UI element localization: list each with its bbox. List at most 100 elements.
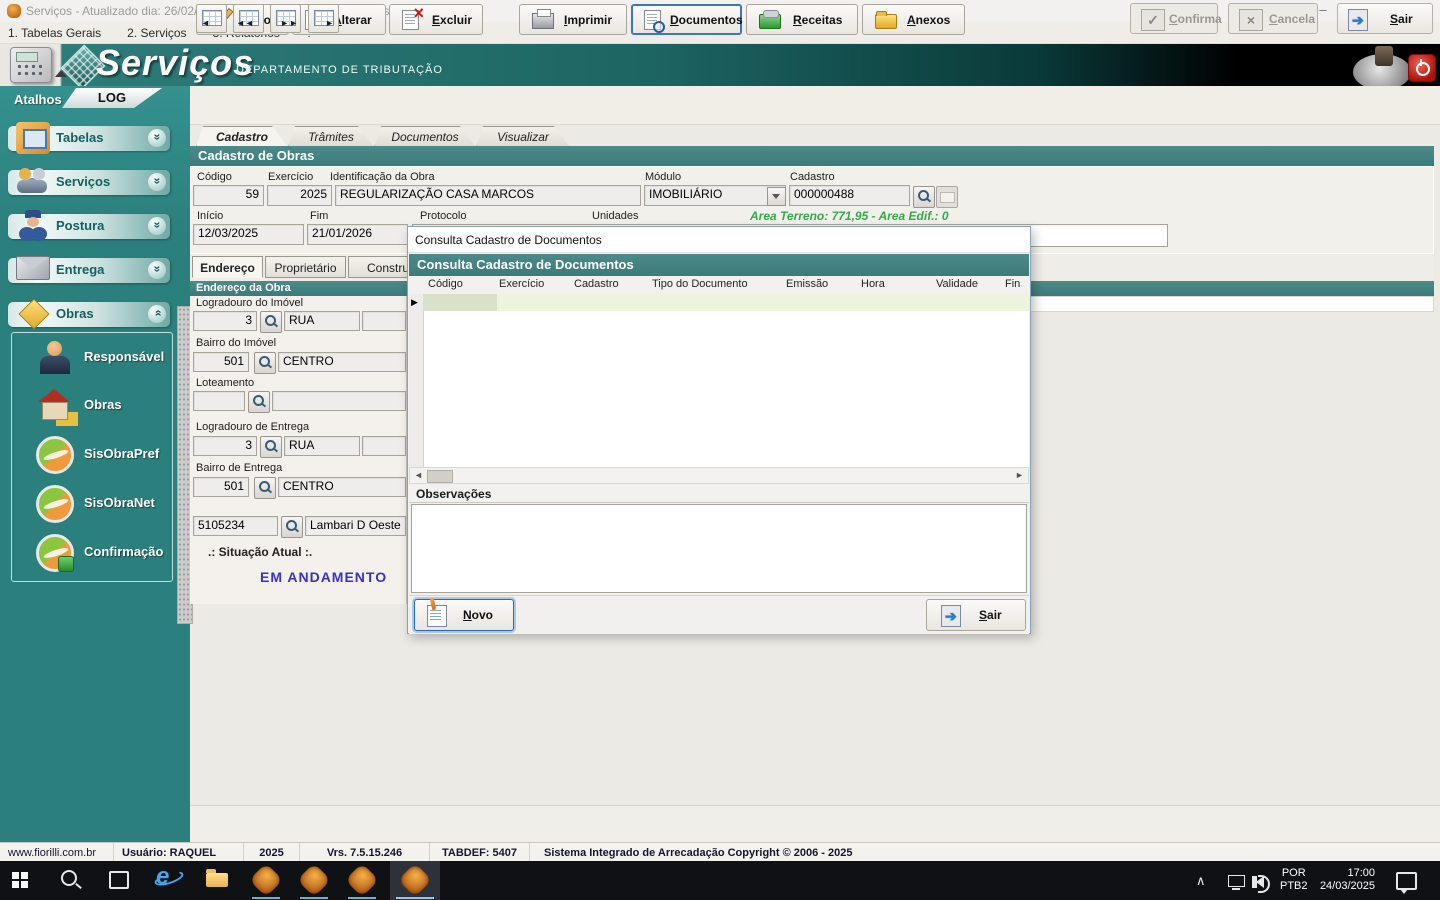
- internet-explorer-button[interactable]: e: [150, 861, 190, 900]
- task-view-button[interactable]: [100, 861, 140, 900]
- record-last-button[interactable]: ►: [308, 4, 339, 33]
- chevron-down-icon[interactable]: »: [148, 261, 166, 279]
- app-window-2-button[interactable]: [294, 861, 334, 900]
- subtab-endereco[interactable]: Endereço: [192, 256, 263, 278]
- anexos-button[interactable]: Anexos: [862, 4, 965, 35]
- power-button[interactable]: [1408, 54, 1436, 82]
- horizontal-scrollbar[interactable]: ◄ ►: [409, 467, 1029, 484]
- alterar-button[interactable]: Alterar: [292, 4, 386, 35]
- col-exercicio[interactable]: Exercício: [499, 278, 544, 290]
- loteamento-search-button[interactable]: [248, 391, 270, 413]
- col-validade[interactable]: Validade: [936, 278, 978, 290]
- sidebar-group-obras[interactable]: Obras »: [8, 302, 170, 327]
- scroll-right-icon[interactable]: ►: [1012, 469, 1027, 482]
- file-explorer-button[interactable]: [198, 861, 238, 900]
- excluir-button[interactable]: Excluir: [389, 3, 483, 35]
- loteamento-nome-field[interactable]: [272, 391, 406, 411]
- scroll-left-icon[interactable]: ◄: [411, 469, 426, 482]
- logradouro-imovel-tipo-field[interactable]: RUA: [284, 311, 360, 331]
- cidade-search-button[interactable]: [281, 516, 303, 538]
- network-icon[interactable]: [1228, 875, 1245, 890]
- identificacao-field[interactable]: REGULARIZAÇÃO CASA MARCOS: [335, 185, 641, 206]
- selected-cell[interactable]: [423, 294, 497, 311]
- documents-grid[interactable]: ▶: [409, 294, 1029, 467]
- sair-button[interactable]: Sair: [1337, 3, 1433, 34]
- bairro-imovel-codigo-field[interactable]: 501: [193, 352, 249, 372]
- app-window-3-button[interactable]: [342, 861, 382, 900]
- cidade-nome-field[interactable]: Lambari D Oeste: [305, 516, 406, 536]
- cadastro-field[interactable]: 000000488: [789, 185, 910, 206]
- col-emissao[interactable]: Emissão: [786, 278, 828, 290]
- tab-tramites[interactable]: Trâmites: [288, 126, 374, 147]
- menu-tabelas-gerais[interactable]: 1. Tabelas Gerais: [8, 26, 101, 40]
- dialog-sair-button[interactable]: Sair: [926, 599, 1026, 631]
- sidebar-group-entrega[interactable]: Entrega »: [8, 256, 170, 283]
- observacoes-textarea[interactable]: [411, 504, 1027, 593]
- record-next-button[interactable]: ►►: [270, 4, 301, 33]
- cidade-codigo-field[interactable]: 5105234: [193, 516, 278, 536]
- volume-icon[interactable]: [1252, 875, 1270, 893]
- col-hora[interactable]: Hora: [861, 278, 885, 290]
- tab-cadastro[interactable]: Cadastro: [196, 126, 288, 147]
- taskbar-search-button[interactable]: [52, 861, 92, 900]
- logradouro-imovel-search-button[interactable]: [260, 311, 282, 333]
- inicio-field[interactable]: 12/03/2025: [193, 224, 304, 245]
- app-window-active-button[interactable]: [390, 861, 440, 900]
- codigo-field[interactable]: 59: [193, 185, 264, 206]
- sidebar-group-tabelas[interactable]: Tabelas »: [8, 122, 170, 154]
- notification-center-icon[interactable]: [1396, 872, 1417, 894]
- cadastro-photo-button[interactable]: [936, 186, 958, 208]
- sidebar-group-postura[interactable]: Postura »: [8, 210, 170, 239]
- dialog-novo-button[interactable]: Novo: [414, 599, 514, 631]
- bairro-entrega-nome-field[interactable]: CENTRO: [278, 477, 406, 497]
- sidebar-group-servicos[interactable]: Serviços »: [8, 168, 170, 195]
- status-site[interactable]: www.fiorilli.com.br: [0, 843, 114, 862]
- chevron-down-icon[interactable]: »: [148, 173, 166, 191]
- fim-field[interactable]: 21/01/2026: [307, 224, 408, 245]
- imprimir-button[interactable]: Imprimir: [519, 4, 627, 35]
- scrollbar-thumb[interactable]: [427, 470, 453, 483]
- tab-visualizar[interactable]: Visualizar: [476, 126, 570, 147]
- sidebar-item-responsavel[interactable]: Responsável: [12, 339, 172, 381]
- chevron-down-icon[interactable]: »: [148, 129, 166, 147]
- receitas-button[interactable]: Receitas: [746, 4, 858, 35]
- logradouro-entrega-search-button[interactable]: [260, 436, 282, 458]
- sidebar-tab-atalhos[interactable]: Atalhos: [14, 92, 62, 107]
- chevron-up-icon[interactable]: »: [148, 305, 166, 323]
- logradouro-imovel-codigo-field[interactable]: 3: [193, 311, 257, 331]
- col-cadastro[interactable]: Cadastro: [574, 278, 619, 290]
- logradouro-entrega-nome-field[interactable]: [362, 436, 406, 456]
- loteamento-codigo-field[interactable]: [193, 391, 245, 411]
- logradouro-imovel-nome-field[interactable]: [362, 311, 406, 331]
- confirma-button[interactable]: ✓ Confirma: [1130, 3, 1222, 34]
- sidebar-item-sisobranet[interactable]: SisObraNet: [12, 485, 172, 527]
- cancela-button[interactable]: × Cancela: [1228, 3, 1318, 34]
- col-fin[interactable]: Fin: [1005, 278, 1020, 290]
- cadastro-search-button[interactable]: [913, 186, 935, 208]
- sidebar-item-obras[interactable]: Obras: [12, 387, 172, 429]
- logradouro-entrega-codigo-field[interactable]: 3: [193, 436, 257, 456]
- clock[interactable]: 17:00 24/03/2025: [1315, 867, 1375, 893]
- sidebar-item-confirmacao[interactable]: Confirmação: [12, 534, 172, 576]
- col-codigo[interactable]: Código: [428, 278, 463, 290]
- app-window-1-button[interactable]: [246, 861, 286, 900]
- sidebar-item-sisobrapref[interactable]: SisObraPref: [12, 436, 172, 478]
- record-prev-button[interactable]: ◄◄: [233, 4, 264, 33]
- tab-documentos[interactable]: Documentos: [374, 126, 476, 147]
- logradouro-entrega-tipo-field[interactable]: RUA: [284, 436, 360, 456]
- bairro-imovel-search-button[interactable]: [254, 352, 276, 374]
- dialog-titlebar[interactable]: Consulta Cadastro de Documentos: [408, 227, 1030, 253]
- language-indicator[interactable]: POR PTB2: [1280, 867, 1308, 893]
- chevron-down-icon[interactable]: »: [148, 217, 166, 235]
- bairro-imovel-nome-field[interactable]: CENTRO: [278, 352, 406, 372]
- start-button[interactable]: [2, 861, 42, 900]
- bairro-entrega-codigo-field[interactable]: 501: [193, 477, 249, 497]
- table-row[interactable]: [423, 294, 1029, 311]
- tray-expand-icon[interactable]: ∧: [1196, 873, 1206, 889]
- menu-servicos[interactable]: 2. Serviços: [127, 26, 186, 40]
- modulo-dropdown-button[interactable]: [767, 187, 786, 206]
- subtab-proprietario[interactable]: Proprietário: [265, 256, 346, 278]
- documentos-button[interactable]: Documentos: [631, 4, 743, 35]
- col-tipo-documento[interactable]: Tipo do Documento: [652, 278, 748, 290]
- record-first-button[interactable]: ◄: [196, 4, 227, 33]
